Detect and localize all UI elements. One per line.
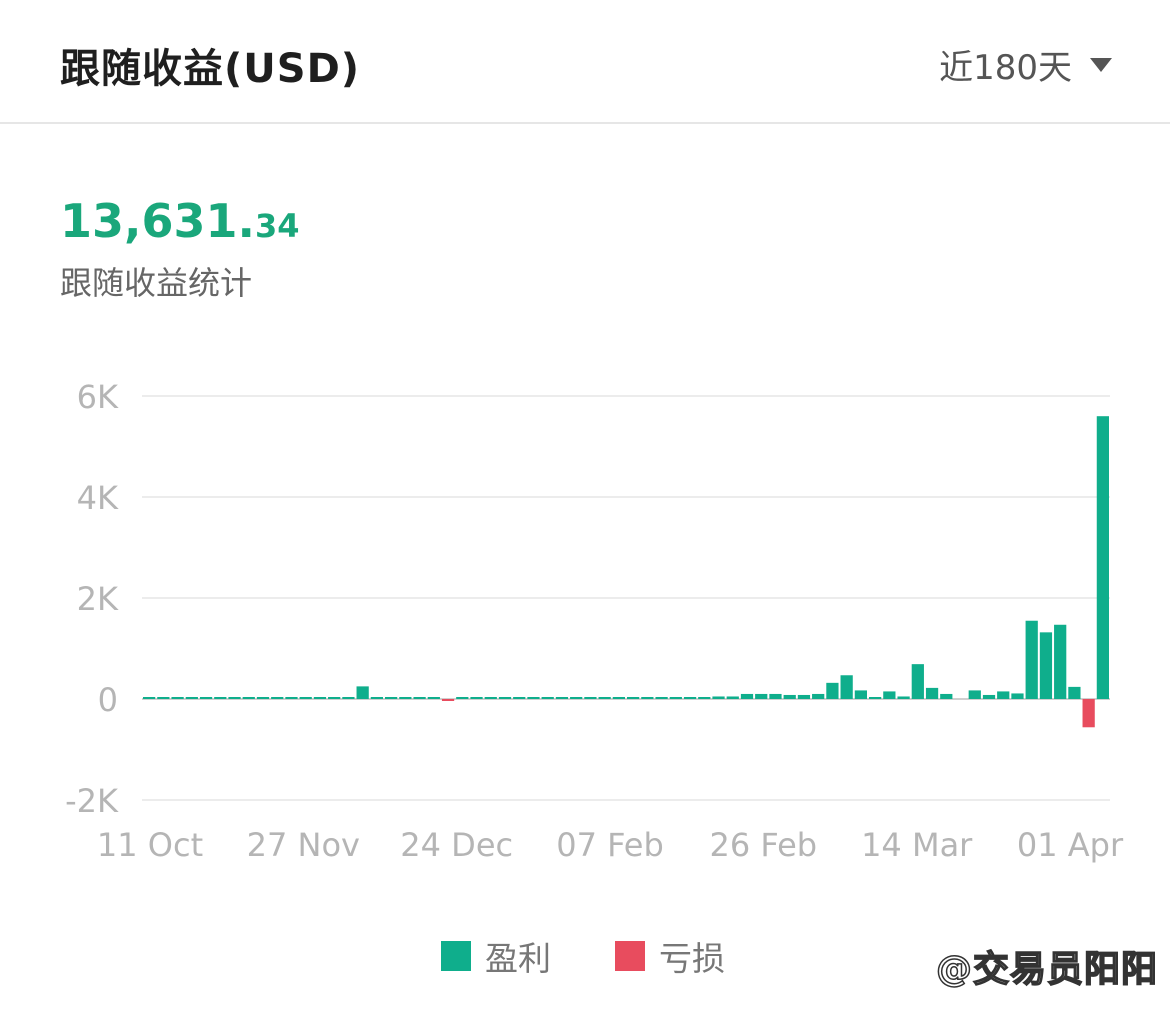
profit-bar xyxy=(285,697,298,699)
bars xyxy=(143,416,1109,728)
profit-bar xyxy=(869,697,882,699)
legend-label-loss: 亏损 xyxy=(659,939,725,978)
profit-bar xyxy=(769,693,782,699)
profit-bar xyxy=(1039,632,1053,699)
profit-bar xyxy=(328,697,341,699)
profit-bar xyxy=(555,697,569,699)
profit-bar xyxy=(627,697,640,699)
profit-bar xyxy=(256,697,270,699)
earnings-bar-chart: 6K 4K 2K 0 -2K 11 Oct 27 Nov 24 Dec 07 Feb 26 Fe… xyxy=(65,378,1124,864)
profit-bar xyxy=(655,697,668,699)
y-tick-label: 6K xyxy=(77,378,119,416)
profit-bar xyxy=(185,697,198,699)
profit-bar xyxy=(897,696,910,699)
profit-bar xyxy=(199,697,213,699)
profit-bar xyxy=(171,697,184,699)
profit-bar xyxy=(541,697,554,699)
profit-bar xyxy=(669,697,682,699)
profit-bar xyxy=(1011,693,1024,699)
loss-swatch-icon xyxy=(615,941,645,971)
profit-bar xyxy=(854,690,867,699)
profit-bar xyxy=(143,697,156,699)
x-tick-label: 07 Feb xyxy=(556,826,664,864)
profit-bar xyxy=(484,697,497,699)
x-tick-label: 14 Mar xyxy=(861,826,973,864)
x-tick-label: 24 Dec xyxy=(400,826,513,864)
profit-bar xyxy=(925,687,939,699)
profit-bar xyxy=(271,697,284,699)
grid-lines xyxy=(142,395,1110,801)
x-tick-label: 27 Nov xyxy=(247,826,360,864)
profit-bar xyxy=(783,694,796,699)
profit-bar xyxy=(427,697,440,699)
y-axis-ticks: 6K 4K 2K 0 -2K xyxy=(65,378,119,820)
profit-bar xyxy=(911,664,924,699)
profit-bar xyxy=(157,697,170,699)
legend-label-profit: 盈利 xyxy=(485,939,551,978)
profit-bar xyxy=(997,691,1010,699)
profit-bar xyxy=(883,691,896,699)
profit-swatch-icon xyxy=(441,941,471,971)
profit-bar xyxy=(612,697,625,699)
profit-bar xyxy=(755,693,768,699)
profit-bar xyxy=(356,686,369,700)
profit-bar xyxy=(228,697,241,699)
profit-bar xyxy=(342,697,355,699)
profit-bar xyxy=(683,697,697,699)
y-tick-label: -2K xyxy=(65,782,119,820)
profit-bar xyxy=(399,697,412,699)
profit-bar xyxy=(584,697,597,699)
profit-bar xyxy=(385,697,398,699)
profit-bar xyxy=(370,697,383,699)
profit-bar xyxy=(740,693,754,699)
profit-bar xyxy=(598,697,611,699)
profit-bar xyxy=(313,697,327,699)
profit-bar xyxy=(413,697,426,699)
profit-bar xyxy=(527,697,540,699)
profit-bar xyxy=(840,675,853,699)
profit-bar xyxy=(982,694,996,699)
profit-bar xyxy=(826,682,839,699)
profit-bar xyxy=(641,697,654,699)
profit-bar xyxy=(513,697,526,699)
profit-bar xyxy=(242,697,255,699)
x-tick-label: 01 Apr xyxy=(1017,826,1124,864)
profit-bar xyxy=(570,697,583,699)
legend-item-profit[interactable]: 盈利 xyxy=(441,932,551,980)
loss-bar xyxy=(441,699,455,701)
profit-bar xyxy=(940,693,953,699)
legend-item-loss[interactable]: 亏损 xyxy=(615,932,725,980)
profit-bar xyxy=(214,697,227,699)
loss-bar xyxy=(1082,699,1095,728)
profit-bar xyxy=(797,694,811,699)
profit-bar xyxy=(812,693,825,699)
profit-bar xyxy=(1025,620,1038,699)
profit-bar xyxy=(456,697,469,699)
y-tick-label: 2K xyxy=(77,580,119,618)
profit-bar xyxy=(1096,416,1109,699)
x-tick-label: 26 Feb xyxy=(710,826,818,864)
profit-bar xyxy=(470,697,483,699)
watermark: @交易员阳阳 xyxy=(935,948,1158,991)
profit-bar xyxy=(1068,686,1081,699)
y-tick-label: 4K xyxy=(77,479,119,517)
y-tick-label: 0 xyxy=(98,681,118,719)
profit-bar xyxy=(1054,624,1067,699)
profit-bar xyxy=(299,697,312,699)
profit-bar xyxy=(968,690,981,699)
profit-bar xyxy=(498,697,512,699)
profit-bar xyxy=(698,697,711,699)
x-axis-ticks: 11 Oct 27 Nov 24 Dec 07 Feb 26 Feb 14 Mar 01 A… xyxy=(97,826,1124,864)
profit-bar xyxy=(726,696,739,699)
profit-bar xyxy=(712,696,725,699)
x-tick-label: 11 Oct xyxy=(97,826,203,864)
